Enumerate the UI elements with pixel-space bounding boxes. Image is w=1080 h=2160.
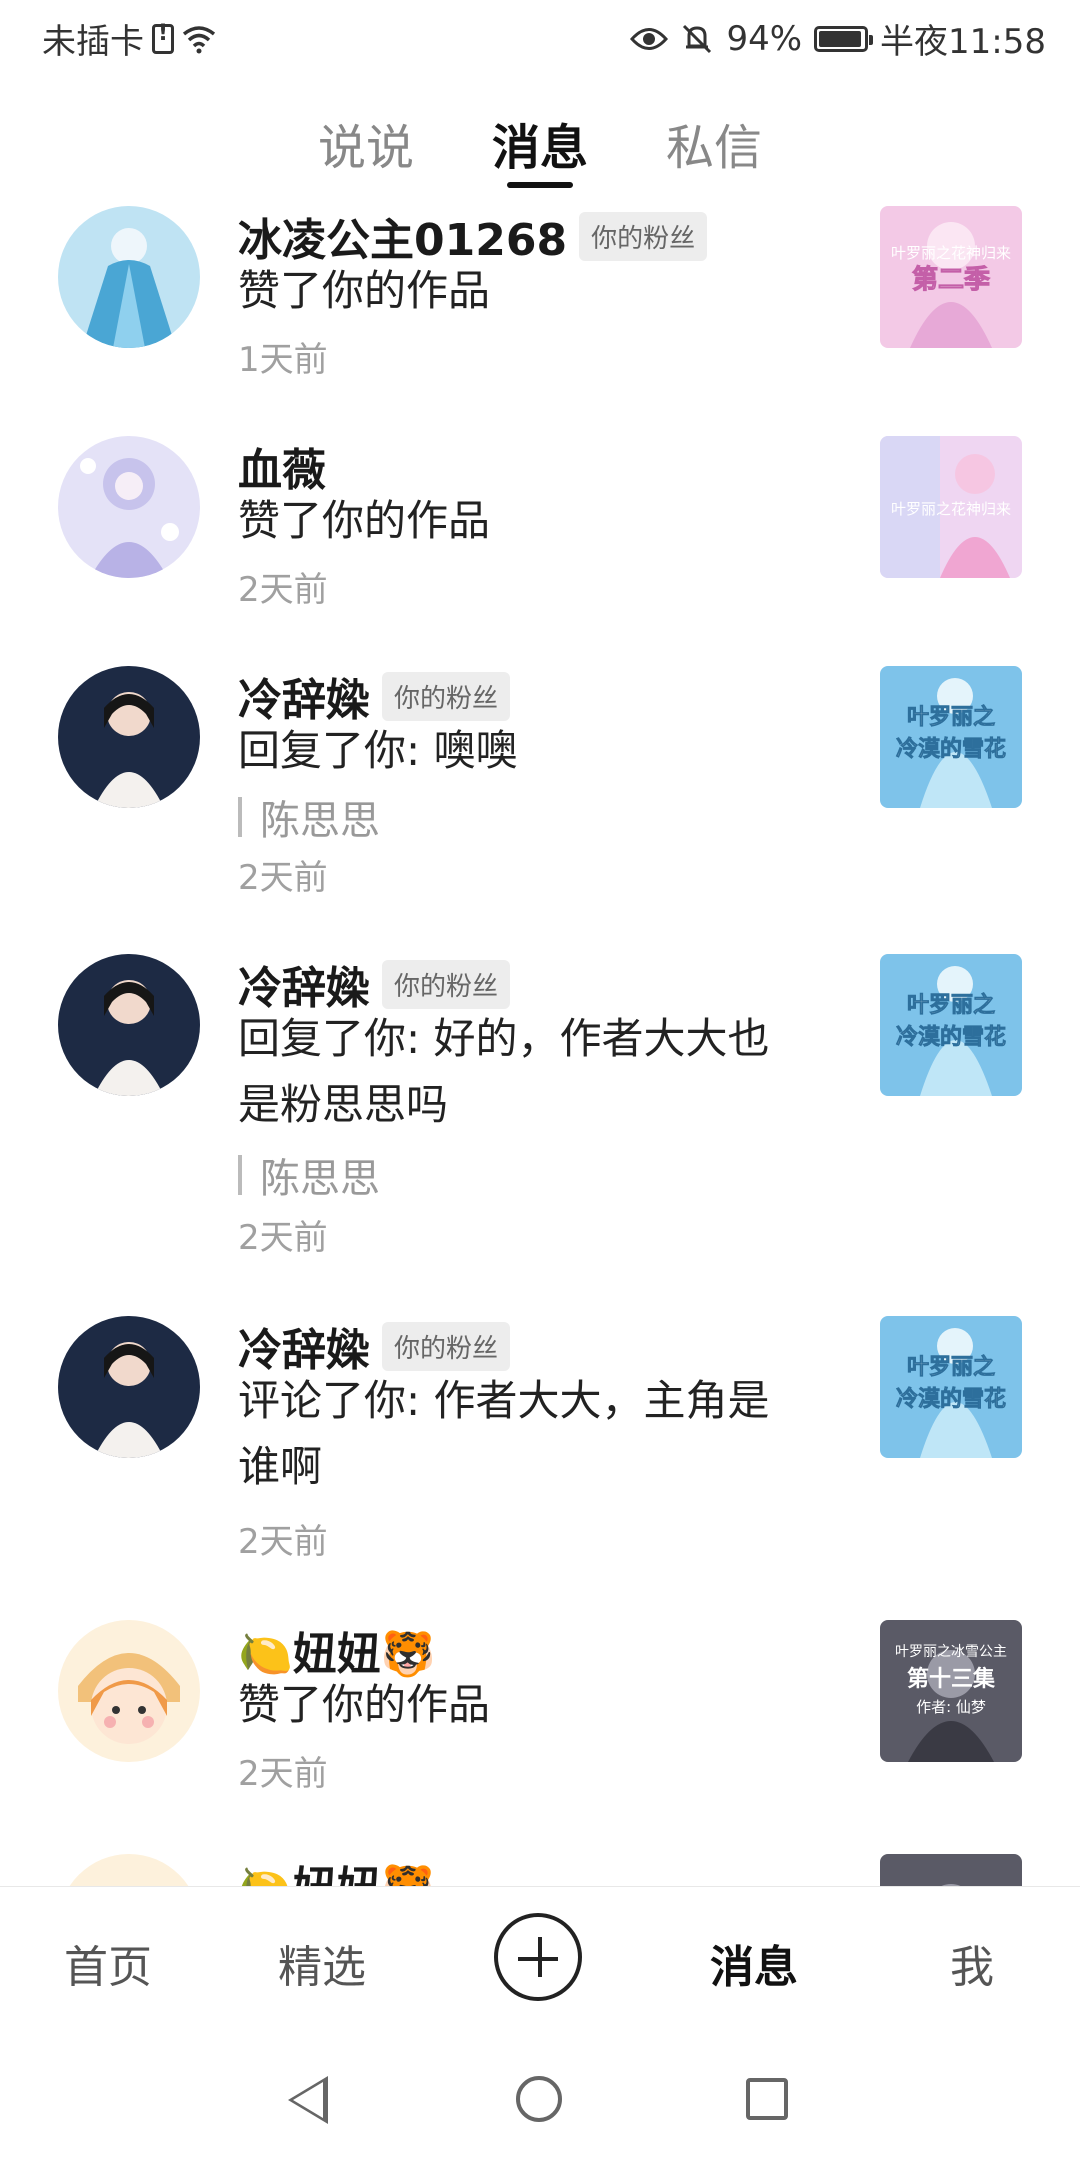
list-item[interactable]: 冷辞媣 你的粉丝 回复了你: 好的，作者大大也是粉思思吗 陈思思 2天前 叶罗丽… bbox=[0, 948, 1080, 1310]
clock: 半夜11:58 bbox=[880, 22, 1046, 62]
avatar[interactable] bbox=[58, 666, 200, 808]
quoted-work: 陈思思 bbox=[238, 788, 380, 846]
message-time: 2天前 bbox=[238, 570, 328, 610]
list-item[interactable]: 冷辞媣 你的粉丝 评论了你: 作者大大，主角是谁啊 2天前 叶罗丽之 冷漠的雪花 bbox=[0, 1310, 1080, 1614]
nav-messages[interactable]: 消息 bbox=[710, 1931, 798, 1995]
list-item[interactable]: 血薇 赞了你的作品 2天前 叶罗丽之花神归来 bbox=[0, 430, 1080, 660]
top-tabs: 说说 消息 私信 bbox=[0, 100, 1080, 190]
svg-text:叶罗丽之: 叶罗丽之 bbox=[907, 704, 995, 730]
sim-alert-icon bbox=[152, 21, 174, 54]
svg-text:冷漠的雪花: 冷漠的雪花 bbox=[896, 1024, 1006, 1050]
status-right: 94% 半夜11:58 bbox=[630, 14, 1046, 63]
mute-icon bbox=[683, 24, 712, 53]
message-action: 赞了你的作品 bbox=[238, 1680, 491, 1729]
message-action: 评论了你: 作者大大，主角是谁啊 bbox=[238, 1376, 770, 1491]
message-time: 2天前 bbox=[238, 1754, 328, 1794]
back-icon[interactable] bbox=[288, 2076, 328, 2124]
quote-bar bbox=[238, 797, 242, 837]
sender-name[interactable]: 🍋妞妞🐯 bbox=[238, 1852, 436, 1886]
svg-text:叶罗丽之冰雪公主: 叶罗丽之冰雪公主 bbox=[895, 1644, 1007, 1660]
bottom-nav: 首页 精选 消息 我 bbox=[0, 1886, 1080, 2035]
work-thumbnail[interactable]: 叶罗丽之 冷漠的雪花 bbox=[880, 1316, 1022, 1458]
avatar[interactable] bbox=[58, 1854, 200, 1886]
tab-messages[interactable]: 消息 bbox=[492, 108, 588, 178]
list-item[interactable]: 🍋妞妞🐯 赞了你的作品 2天前 叶罗丽之冰雪公主 第十三集 作者: 仙梦 bbox=[0, 1614, 1080, 1848]
work-thumbnail[interactable] bbox=[880, 1854, 1022, 1886]
tab-shuoshuo[interactable]: 说说 bbox=[318, 108, 414, 178]
svg-text:叶罗丽之: 叶罗丽之 bbox=[907, 992, 995, 1018]
list-item[interactable]: 🍋妞妞🐯 bbox=[0, 1848, 1080, 1886]
tab-private-messages[interactable]: 私信 bbox=[666, 108, 762, 178]
home-icon[interactable] bbox=[516, 2076, 562, 2122]
status-left: 未插卡 bbox=[42, 14, 216, 63]
tab-active-indicator bbox=[507, 182, 573, 188]
nav-me[interactable]: 我 bbox=[950, 1931, 994, 1995]
work-thumbnail[interactable]: 叶罗丽之花神归来 第二季 bbox=[880, 206, 1022, 348]
wifi-icon bbox=[182, 25, 216, 53]
nav-home[interactable]: 首页 bbox=[64, 1931, 152, 1995]
list-item[interactable]: 冰凌公主01268 你的粉丝 赞了你的作品 1天前 叶罗丽之花神归来 第二季 bbox=[0, 200, 1080, 430]
fan-badge: 你的粉丝 bbox=[382, 671, 511, 721]
svg-text:冷漠的雪花: 冷漠的雪花 bbox=[896, 736, 1006, 762]
quote-bar bbox=[238, 1155, 242, 1195]
svg-text:冷漠的雪花: 冷漠的雪花 bbox=[896, 1386, 1006, 1412]
message-time: 1天前 bbox=[238, 340, 328, 380]
eye-icon bbox=[630, 27, 669, 50]
avatar[interactable] bbox=[58, 1620, 200, 1762]
battery-percent: 94% bbox=[726, 18, 803, 59]
avatar[interactable] bbox=[58, 954, 200, 1096]
recent-apps-icon[interactable] bbox=[746, 2078, 788, 2120]
work-thumbnail[interactable]: 叶罗丽之 冷漠的雪花 bbox=[880, 954, 1022, 1096]
fan-badge: 你的粉丝 bbox=[382, 1321, 511, 1371]
message-time: 2天前 bbox=[238, 1522, 328, 1562]
svg-text:叶罗丽之: 叶罗丽之 bbox=[907, 1354, 995, 1380]
fan-badge: 你的粉丝 bbox=[382, 959, 511, 1009]
create-post-button[interactable] bbox=[494, 1913, 582, 2001]
nav-featured[interactable]: 精选 bbox=[278, 1931, 366, 1995]
message-action: 赞了你的作品 bbox=[238, 266, 491, 315]
svg-text:叶罗丽之花神归来: 叶罗丽之花神归来 bbox=[891, 244, 1011, 262]
message-time: 2天前 bbox=[238, 858, 328, 898]
avatar[interactable] bbox=[58, 436, 200, 578]
battery-icon bbox=[814, 25, 874, 52]
fan-badge: 你的粉丝 bbox=[579, 211, 708, 261]
avatar[interactable] bbox=[58, 206, 200, 348]
message-action: 回复了你: 噢噢 bbox=[238, 726, 518, 775]
quote-text: 陈思思 bbox=[260, 1156, 380, 1202]
message-time: 2天前 bbox=[238, 1218, 328, 1258]
system-nav-bar bbox=[0, 2034, 1080, 2160]
status-bar: 未插卡 94% 半夜11:58 bbox=[0, 0, 1080, 76]
avatar[interactable] bbox=[58, 1316, 200, 1458]
list-item[interactable]: 冷辞媣 你的粉丝 回复了你: 噢噢 陈思思 2天前 叶罗丽之 冷漠的雪花 bbox=[0, 660, 1080, 948]
quote-text: 陈思思 bbox=[260, 798, 380, 844]
svg-text:作者: 仙梦: 作者: 仙梦 bbox=[916, 1698, 986, 1716]
message-list[interactable]: 冰凌公主01268 你的粉丝 赞了你的作品 1天前 叶罗丽之花神归来 第二季 血… bbox=[0, 200, 1080, 1886]
carrier-text: 未插卡 bbox=[42, 22, 144, 62]
work-thumbnail[interactable]: 叶罗丽之 冷漠的雪花 bbox=[880, 666, 1022, 808]
svg-text:第十三集: 第十三集 bbox=[907, 1666, 996, 1692]
sender-name-text: 🍋妞妞🐯 bbox=[238, 1852, 436, 1886]
quoted-work: 陈思思 bbox=[238, 1146, 380, 1204]
svg-text:第二季: 第二季 bbox=[912, 264, 990, 295]
message-action: 回复了你: 好的，作者大大也是粉思思吗 bbox=[238, 1014, 770, 1129]
svg-text:叶罗丽之花神归来: 叶罗丽之花神归来 bbox=[891, 500, 1011, 518]
work-thumbnail[interactable]: 叶罗丽之冰雪公主 第十三集 作者: 仙梦 bbox=[880, 1620, 1022, 1762]
work-thumbnail[interactable]: 叶罗丽之花神归来 bbox=[880, 436, 1022, 578]
message-action: 赞了你的作品 bbox=[238, 496, 491, 545]
